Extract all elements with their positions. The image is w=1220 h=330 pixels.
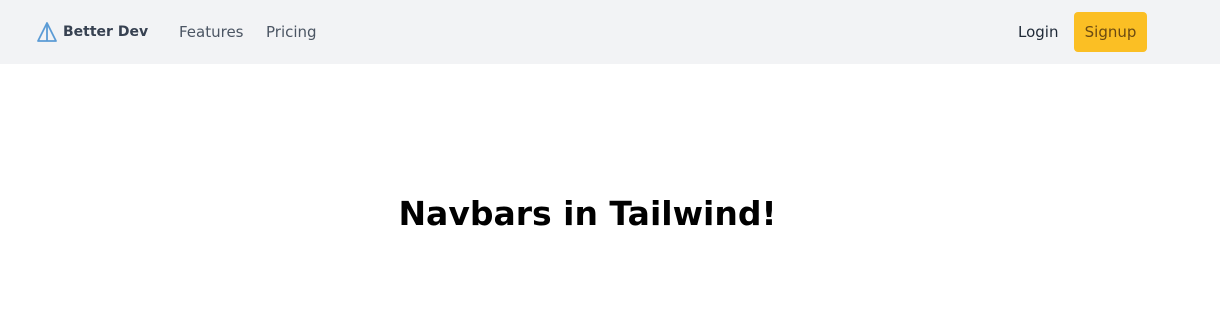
brand-name: Better Dev xyxy=(63,24,149,40)
page-title: Navbars in Tailwind! xyxy=(398,194,777,233)
nav-link-features[interactable]: Features xyxy=(179,22,244,42)
triangle-logo-icon xyxy=(37,22,57,42)
login-link[interactable]: Login xyxy=(1018,22,1058,42)
brand-link[interactable]: Better Dev xyxy=(36,20,148,44)
navbar: Better Dev Features Pricing Login Signup xyxy=(0,0,1220,64)
signup-button[interactable]: Signup xyxy=(1074,12,1147,52)
nav-link-pricing[interactable]: Pricing xyxy=(266,22,317,42)
